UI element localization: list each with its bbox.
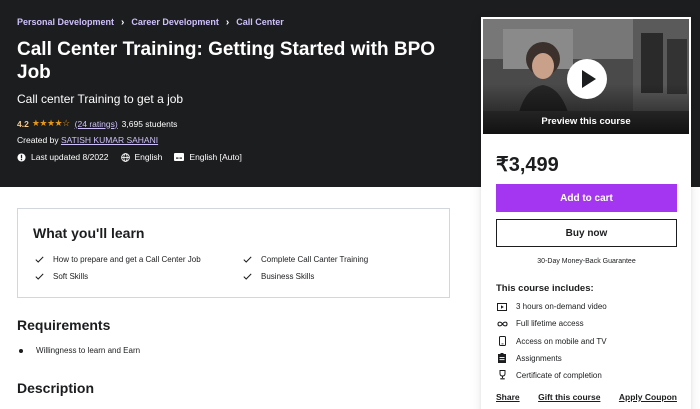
add-to-cart-button[interactable]: Add to cart xyxy=(496,184,677,212)
infinity-icon xyxy=(496,321,508,326)
include-item: Assignments xyxy=(496,353,562,363)
includes-title: This course includes: xyxy=(496,283,594,294)
purchase-sidebar: Preview this course ₹3,499 Add to cart B… xyxy=(481,17,691,409)
include-item-label: Certificate of completion xyxy=(516,370,602,380)
captions-text: English [Auto] xyxy=(189,152,242,162)
alert-badge-icon xyxy=(17,152,26,162)
requirements-title: Requirements xyxy=(17,317,111,333)
sidebar-links: Share Gift this course Apply Coupon xyxy=(496,392,677,402)
requirement-label: Willingness to learn and Earn xyxy=(36,346,141,355)
course-captions: English [Auto] xyxy=(174,152,242,162)
rating-row: 4.2 ★★★★☆ (24 ratings) 3,695 students xyxy=(17,118,177,129)
breadcrumb-career-development[interactable]: Career Development xyxy=(131,17,219,27)
learn-item-label: Complete Call Canter Training xyxy=(261,255,369,264)
assignment-icon xyxy=(498,353,506,363)
video-icon xyxy=(497,302,507,311)
chevron-right-icon: › xyxy=(225,16,230,28)
learn-item: Soft Skills xyxy=(35,272,88,281)
course-meta: Last updated 8/2022 English English [Aut… xyxy=(17,152,254,162)
course-preview[interactable]: Preview this course xyxy=(482,18,690,135)
what-you-learn-title: What you'll learn xyxy=(33,225,145,241)
requirement-item: Willingness to learn and Earn xyxy=(19,346,140,355)
play-icon[interactable] xyxy=(567,59,607,99)
learn-item: Complete Call Canter Training xyxy=(243,255,368,264)
rating-score: 4.2 xyxy=(17,118,29,129)
description-title: Description xyxy=(17,380,95,396)
star-rating-icon: ★★★★☆ xyxy=(31,118,70,128)
include-item-label: Access on mobile and TV xyxy=(516,336,607,346)
ratings-count-link[interactable]: (24 ratings) xyxy=(75,119,118,129)
breadcrumb: Personal Development › Career Developmen… xyxy=(17,17,284,27)
breadcrumb-personal-development[interactable]: Personal Development xyxy=(17,17,114,27)
check-icon xyxy=(243,256,252,263)
created-by-label: Created by xyxy=(17,135,59,145)
closed-captions-icon xyxy=(174,153,185,161)
trophy-icon xyxy=(499,370,505,380)
money-back-guarantee: 30-Day Money-Back Guarantee xyxy=(537,258,636,265)
include-item-label: Assignments xyxy=(516,353,562,363)
check-icon xyxy=(35,256,44,263)
what-you-learn-box: What you'll learn How to prepare and get… xyxy=(17,208,450,298)
last-updated-text: Last updated 8/2022 xyxy=(31,152,109,162)
instructor-link[interactable]: SATISH KUMAR SAHANI xyxy=(61,135,158,145)
bullet-icon xyxy=(19,348,23,353)
include-item-label: 3 hours on-demand video xyxy=(516,302,607,311)
include-item: Access on mobile and TV xyxy=(496,336,607,346)
created-by: Created by SATISH KUMAR SAHANI xyxy=(17,135,158,145)
share-link[interactable]: Share xyxy=(496,392,520,402)
include-item: 3 hours on-demand video xyxy=(496,302,607,311)
preview-label[interactable]: Preview this course xyxy=(483,116,689,127)
check-icon xyxy=(35,273,44,280)
course-price: ₹3,499 xyxy=(496,154,559,176)
include-item: Certificate of completion xyxy=(496,370,602,380)
learn-item: How to prepare and get a Call Center Job xyxy=(35,255,201,264)
course-subtitle: Call center Training to get a job xyxy=(17,92,184,106)
learn-item: Business Skills xyxy=(243,272,314,281)
language-text: English xyxy=(134,152,163,162)
mobile-icon xyxy=(498,336,506,346)
chevron-right-icon: › xyxy=(121,16,125,28)
learn-item-label: Soft Skills xyxy=(53,272,89,281)
learn-item-label: Business Skills xyxy=(261,272,315,281)
course-title: Call Center Training: Getting Started wi… xyxy=(17,39,436,83)
check-icon xyxy=(243,273,252,280)
globe-icon xyxy=(120,152,130,162)
last-updated: Last updated 8/2022 xyxy=(17,152,109,162)
learn-item-label: How to prepare and get a Call Center Job xyxy=(53,255,201,264)
course-language: English xyxy=(120,152,163,162)
breadcrumb-call-center[interactable]: Call Center xyxy=(236,17,284,27)
apply-coupon-link[interactable]: Apply Coupon xyxy=(619,392,677,402)
include-item-label: Full lifetime access xyxy=(516,319,584,328)
students-count: 3,695 students xyxy=(121,118,178,129)
gift-course-link[interactable]: Gift this course xyxy=(538,392,600,402)
buy-now-button[interactable]: Buy now xyxy=(496,219,677,247)
include-item: Full lifetime access xyxy=(496,319,584,328)
